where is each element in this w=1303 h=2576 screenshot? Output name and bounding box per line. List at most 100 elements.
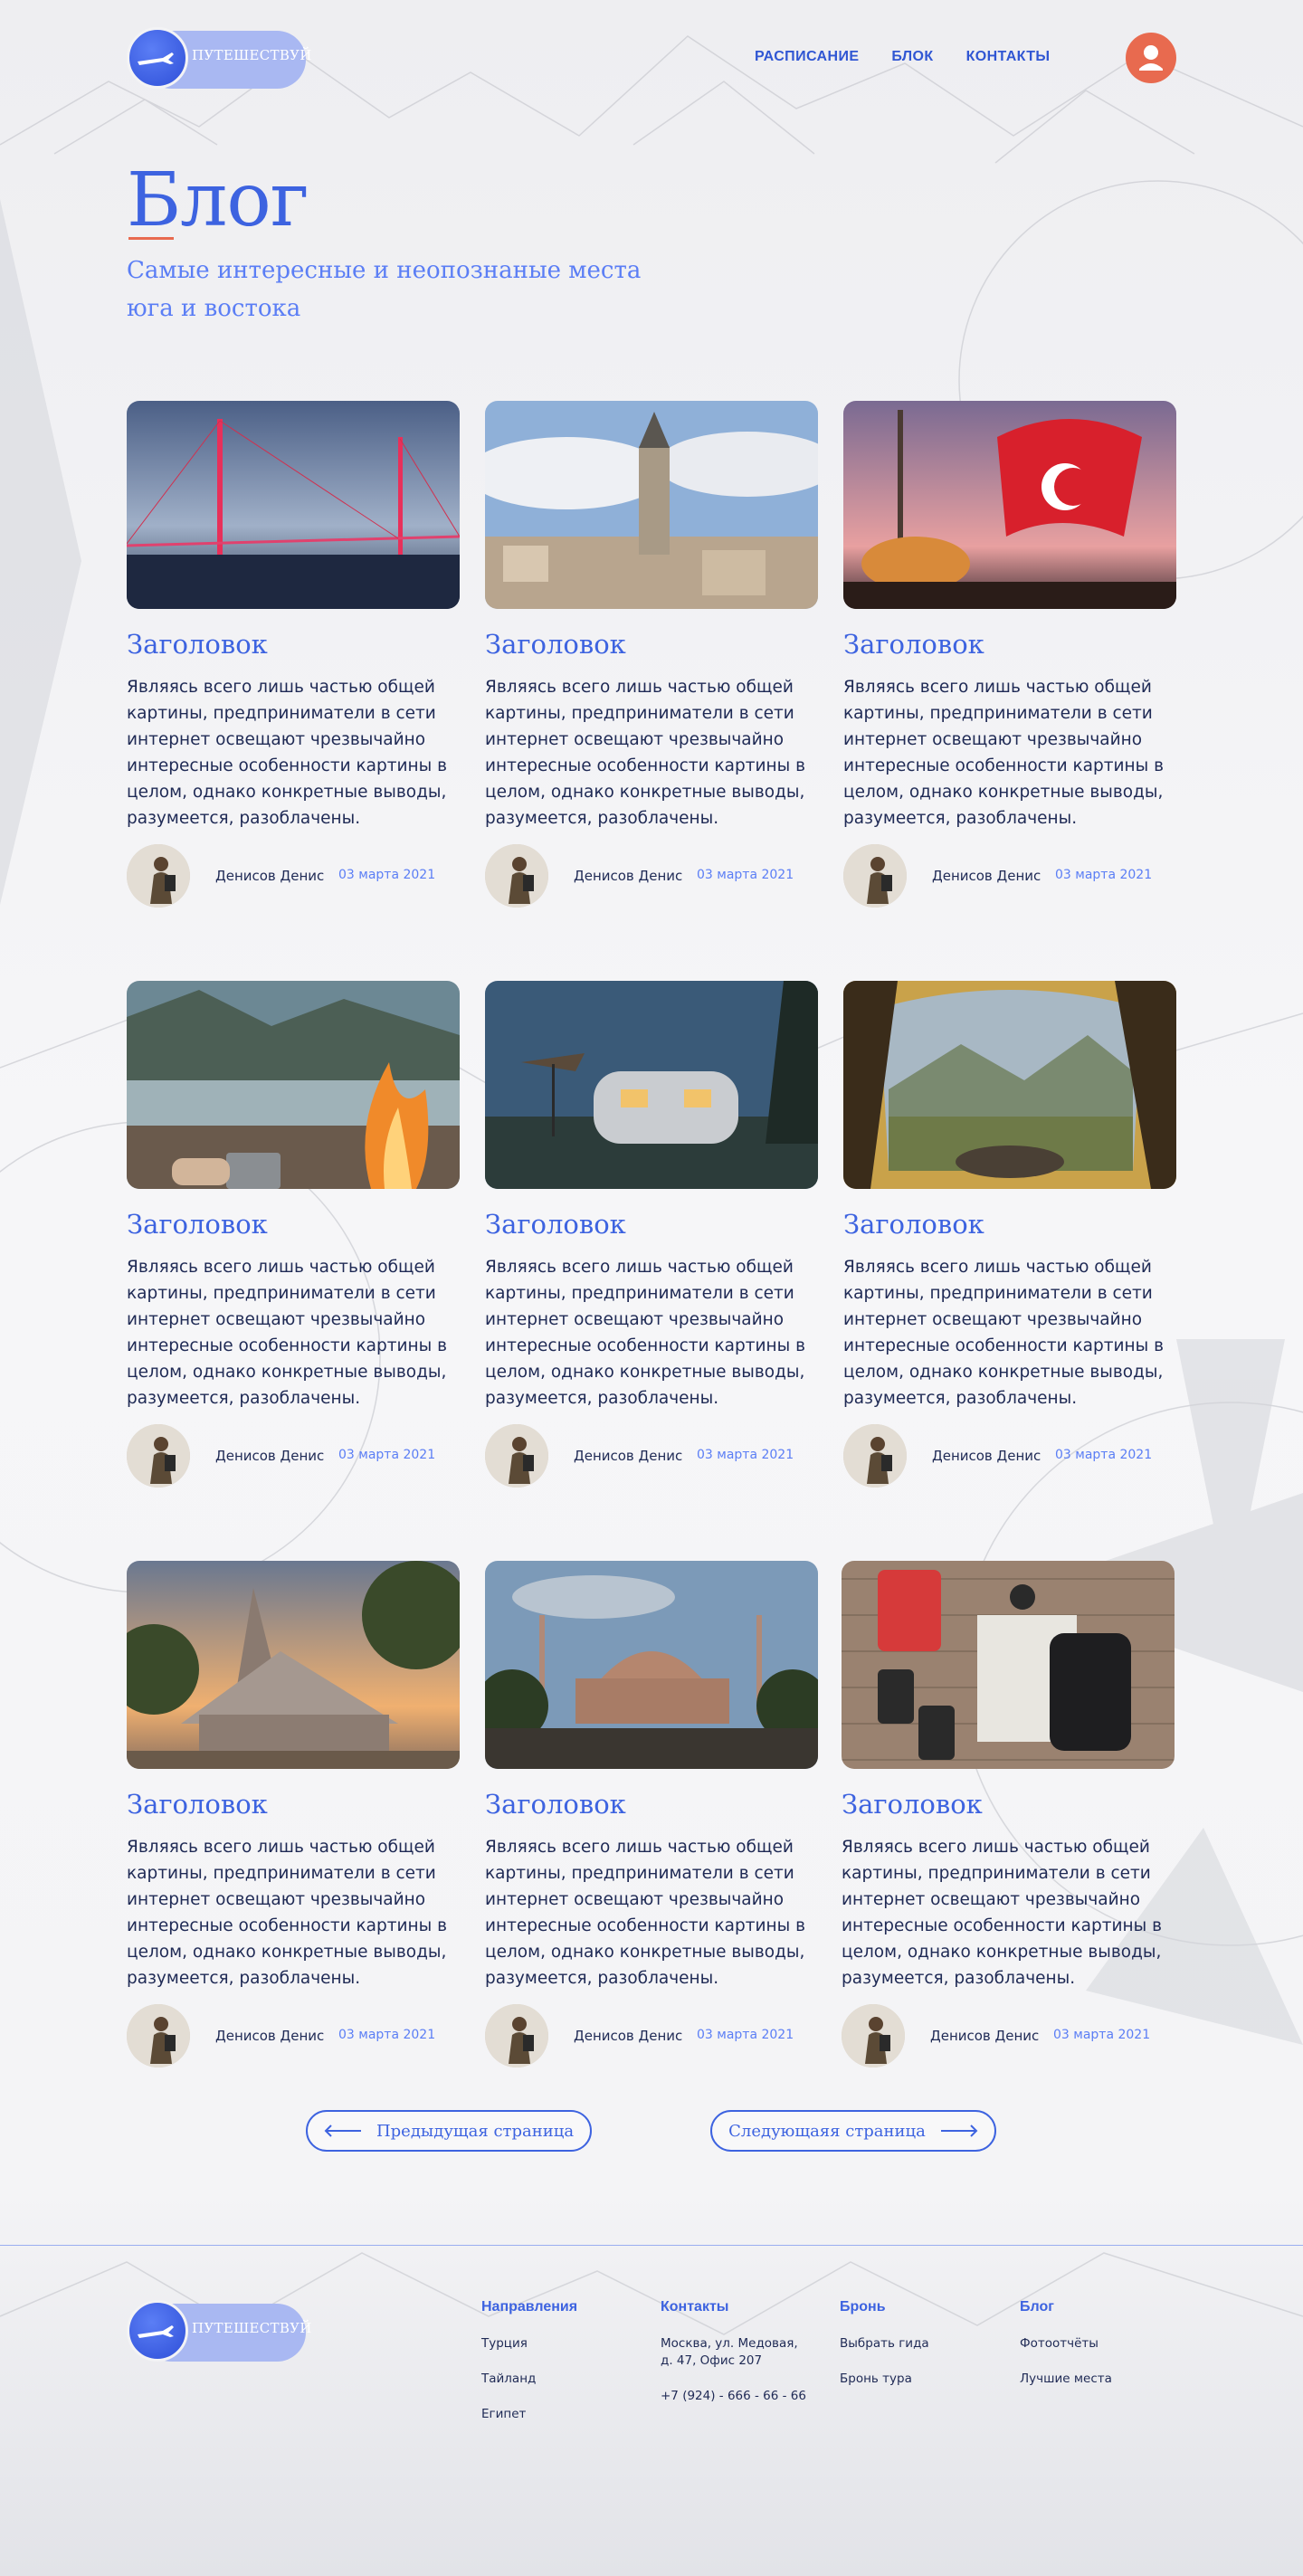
blog-card[interactable]: Заголовок Являясь всего лишь частью обще… <box>842 1561 1175 2067</box>
logo-text: ПУТЕШЕСТВУЙ <box>192 2320 312 2336</box>
next-page-label: Следующаяя страница <box>728 2121 926 2141</box>
author-avatar <box>485 2004 548 2067</box>
author-avatar <box>843 1424 907 1488</box>
footer-column-directions: Направления Турция Тайланд Египет <box>481 2299 577 2441</box>
site-logo[interactable]: ПУТЕШЕСТВУЙ <box>127 27 311 90</box>
author-name[interactable]: Денисов Денис <box>932 1448 1041 1464</box>
logo-text: ПУТЕШЕСТВУЙ <box>192 47 312 63</box>
author-name[interactable]: Денисов Денис <box>930 2028 1039 2044</box>
author-avatar <box>127 1424 190 1488</box>
post-excerpt: Являясь всего лишь частью общей картины,… <box>485 1258 806 1408</box>
footer-heading: Блог <box>1020 2299 1054 2315</box>
post-date: 03 марта 2021 <box>697 2028 794 2042</box>
footer-column-blog: Блог Фотоотчёты Лучшие места <box>1020 2299 1112 2406</box>
author-name[interactable]: Денисов Денис <box>215 1448 324 1464</box>
footer-link-turkey[interactable]: Турция <box>481 2335 577 2353</box>
airplane-icon <box>138 52 174 65</box>
post-date: 03 марта 2021 <box>338 2028 436 2042</box>
post-excerpt: Являясь всего лишь частью общей картины,… <box>127 1838 448 1988</box>
post-title[interactable]: Заголовок <box>485 629 626 660</box>
post-date: 03 марта 2021 <box>338 1448 436 1462</box>
blog-card[interactable]: Заголовок Являясь всего лишь частью обще… <box>127 981 460 1488</box>
post-image-turkey-flag[interactable] <box>843 401 1176 609</box>
post-date: 03 марта 2021 <box>1055 868 1153 882</box>
post-title[interactable]: Заголовок <box>485 1209 626 1240</box>
post-excerpt: Являясь всего лишь частью общей картины,… <box>127 678 448 828</box>
post-date: 03 марта 2021 <box>1053 2028 1151 2042</box>
page-title: Блог <box>127 157 309 243</box>
post-excerpt: Являясь всего лишь частью общей картины,… <box>842 1838 1163 1988</box>
arrow-left-icon <box>324 2124 361 2137</box>
footer-link-best-places[interactable]: Лучшие места <box>1020 2371 1112 2388</box>
post-title[interactable]: Заголовок <box>843 629 984 660</box>
post-title[interactable]: Заголовок <box>485 1789 626 1820</box>
footer-link-thailand[interactable]: Тайланд <box>481 2371 577 2388</box>
footer-address: Москва, ул. Медовая, д. 47, Офис 207 <box>661 2336 798 2368</box>
post-date: 03 марта 2021 <box>697 1448 794 1462</box>
footer-logo[interactable]: ПУТЕШЕСТВУЙ <box>127 2300 311 2363</box>
main-nav: РАСПИСАНИЕ БЛОК КОНТАКТЫ <box>755 49 1050 65</box>
footer-link-photo-reports[interactable]: Фотоотчёты <box>1020 2335 1112 2353</box>
blog-card[interactable]: Заголовок Являясь всего лишь частью обще… <box>485 981 818 1488</box>
blog-card[interactable]: Заголовок Являясь всего лишь частью обще… <box>127 401 460 908</box>
site-header: ПУТЕШЕСТВУЙ РАСПИСАНИЕ БЛОК КОНТАКТЫ <box>0 0 1303 118</box>
user-icon <box>1139 45 1163 71</box>
post-image-hagia-sophia[interactable] <box>485 1561 818 1769</box>
author-name[interactable]: Денисов Денис <box>215 2028 324 2044</box>
author-name[interactable]: Денисов Денис <box>574 2028 682 2044</box>
post-excerpt: Являясь всего лишь частью общей картины,… <box>485 678 806 828</box>
footer-heading: Направления <box>481 2299 578 2315</box>
footer-column-contacts: Контакты Москва, ул. Медовая, д. 47, Офи… <box>661 2299 806 2423</box>
post-title[interactable]: Заголовок <box>127 1789 268 1820</box>
blog-card[interactable]: Заголовок Являясь всего лишь частью обще… <box>843 401 1176 908</box>
post-title[interactable]: Заголовок <box>843 1209 984 1240</box>
author-avatar <box>843 844 907 908</box>
author-avatar <box>842 2004 905 2067</box>
post-excerpt: Являясь всего лишь частью общей картины,… <box>843 678 1165 828</box>
prev-page-label: Предыдущая страница <box>376 2121 575 2141</box>
author-avatar <box>127 844 190 908</box>
post-image-thai-temple[interactable] <box>127 1561 460 1769</box>
blog-card[interactable]: Заголовок Являясь всего лишь частью обще… <box>485 401 818 908</box>
user-profile-button[interactable] <box>1126 33 1176 83</box>
nav-blog[interactable]: БЛОК <box>891 49 933 65</box>
author-name[interactable]: Денисов Денис <box>215 868 324 884</box>
author-name[interactable]: Денисов Денис <box>574 868 682 884</box>
post-title[interactable]: Заголовок <box>842 1789 983 1820</box>
footer-link-egypt[interactable]: Египет <box>481 2406 577 2423</box>
nav-contacts[interactable]: КОНТАКТЫ <box>966 49 1051 65</box>
next-page-button[interactable]: Следующаяя страница <box>710 2110 996 2152</box>
page-subtitle: Самые интересные и неопознаные места юга… <box>127 257 642 322</box>
footer-phone[interactable]: +7 (924) - 666 - 66 - 66 <box>661 2388 806 2405</box>
blog-card[interactable]: Заголовок Являясь всего лишь частью обще… <box>127 1561 460 2067</box>
post-date: 03 марта 2021 <box>338 868 436 882</box>
post-image-galata-tower[interactable] <box>485 401 818 609</box>
author-avatar <box>485 844 548 908</box>
post-excerpt: Являясь всего лишь частью общей картины,… <box>485 1838 806 1988</box>
footer-heading: Бронь <box>840 2299 886 2315</box>
footer-link-book-tour[interactable]: Бронь тура <box>840 2371 929 2388</box>
footer-heading: Контакты <box>661 2299 729 2315</box>
post-title[interactable]: Заголовок <box>127 629 268 660</box>
blog-card[interactable]: Заголовок Являясь всего лишь частью обще… <box>485 1561 818 2067</box>
author-name[interactable]: Денисов Денис <box>574 1448 682 1464</box>
prev-page-button[interactable]: Предыдущая страница <box>306 2110 592 2152</box>
airplane-icon <box>138 2325 174 2338</box>
blog-card[interactable]: Заголовок Являясь всего лишь частью обще… <box>843 981 1176 1488</box>
footer-link-choose-guide[interactable]: Выбрать гида <box>840 2335 929 2353</box>
post-image-bridge[interactable] <box>127 401 460 609</box>
footer-column-booking: Бронь Выбрать гида Бронь тура <box>840 2299 929 2406</box>
author-name[interactable]: Денисов Денис <box>932 868 1041 884</box>
post-title[interactable]: Заголовок <box>127 1209 268 1240</box>
arrow-right-icon <box>940 2124 978 2137</box>
post-excerpt: Являясь всего лишь частью общей картины,… <box>127 1258 448 1408</box>
post-image-camper[interactable] <box>485 981 818 1189</box>
post-image-travel-gear[interactable] <box>842 1561 1175 1769</box>
nav-schedule[interactable]: РАСПИСАНИЕ <box>755 49 859 65</box>
author-avatar <box>127 2004 190 2067</box>
post-image-campfire[interactable] <box>127 981 460 1189</box>
post-date: 03 марта 2021 <box>1055 1448 1153 1462</box>
footer-divider <box>0 2245 1303 2246</box>
post-excerpt: Являясь всего лишь частью общей картины,… <box>843 1258 1165 1408</box>
post-image-tent[interactable] <box>843 981 1176 1189</box>
